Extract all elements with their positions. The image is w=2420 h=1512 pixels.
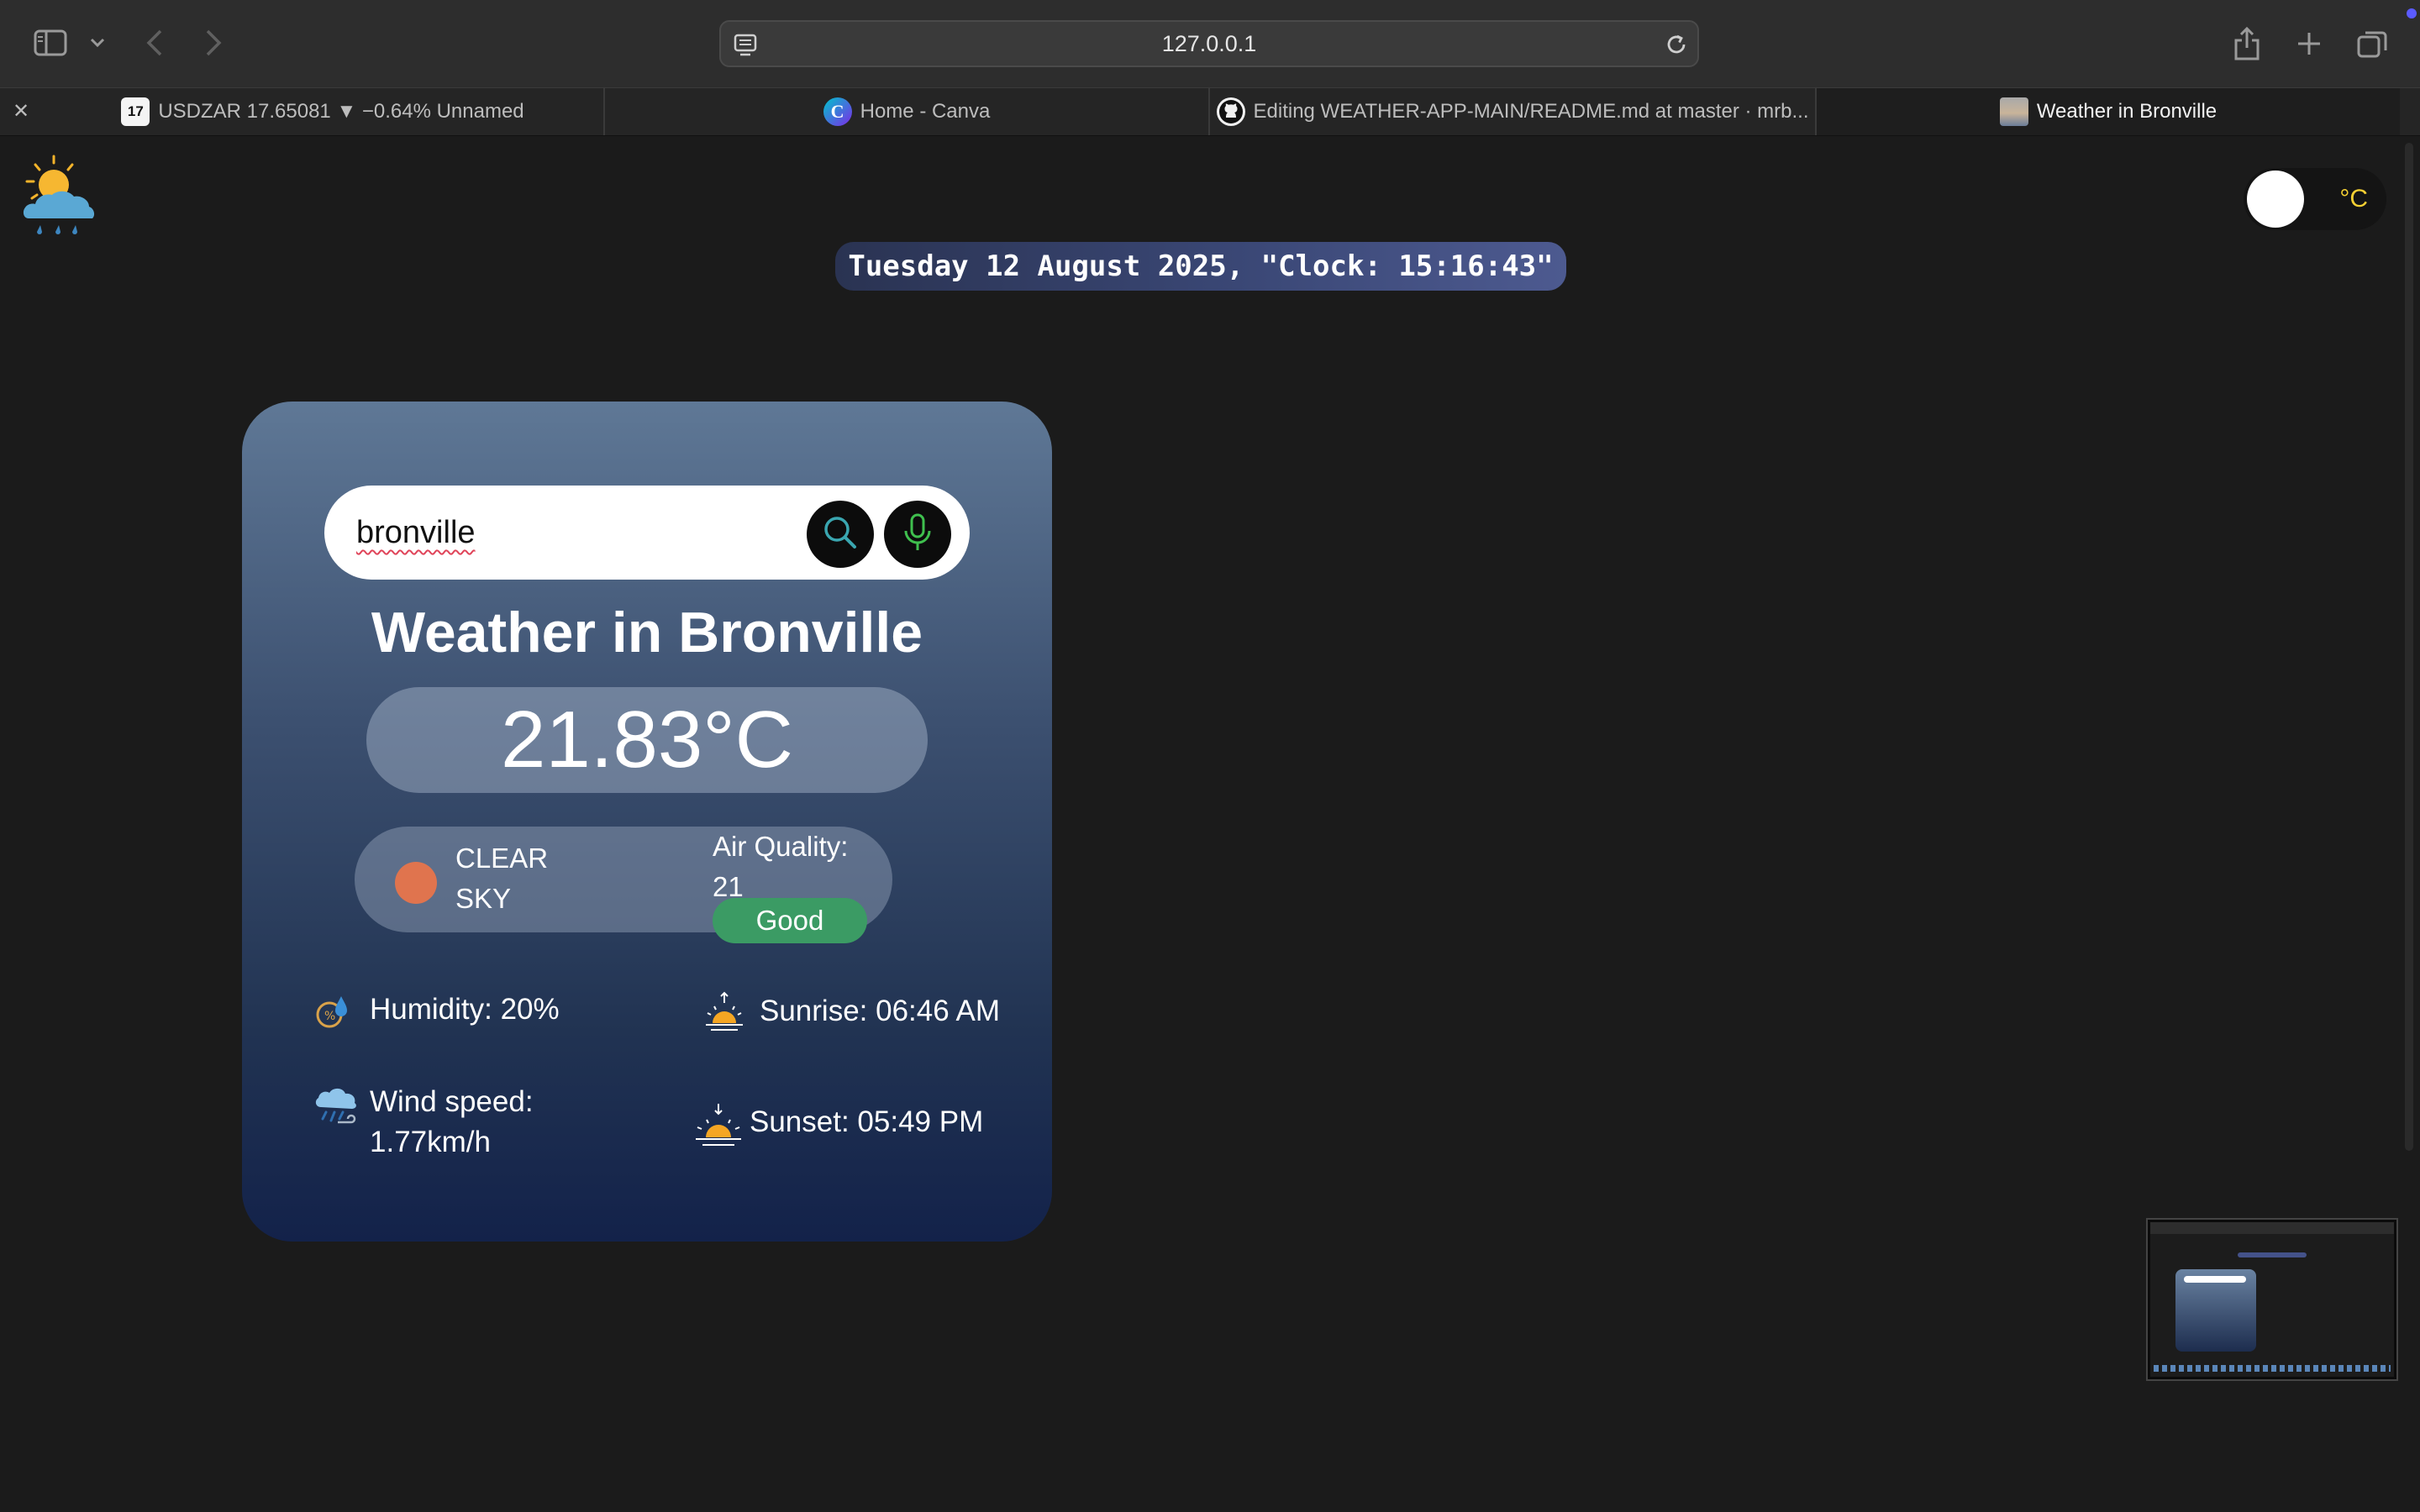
forward-arrow-icon[interactable] — [197, 25, 230, 60]
tab-github[interactable]: Editing WEATHER-APP-MAIN/README.md at ma… — [1210, 88, 1817, 135]
humidity-icon: % — [313, 990, 356, 1033]
thumbnail-toolbar — [2150, 1222, 2394, 1234]
tab-title: Home - Canva — [860, 100, 991, 123]
wind-value: 1.77km/h — [370, 1126, 491, 1158]
sunrise-stat: Sunrise: 06:46 AM — [702, 991, 1000, 1035]
sidebar-icon[interactable] — [30, 25, 71, 60]
wind-stat: Wind speed: 1.77km/h — [313, 1082, 534, 1163]
weather-card: bronville Weather in Bronville 21.83°C C… — [242, 402, 1052, 1242]
svg-text:%: % — [324, 1010, 335, 1023]
url-text[interactable]: 127.0.0.1 — [721, 22, 1697, 66]
condition-icon — [395, 862, 437, 904]
humidity-text: Humidity: 20% — [370, 993, 560, 1026]
scrollbar-thumb[interactable] — [2405, 143, 2413, 1151]
condition-text: CLEAR SKY — [455, 838, 573, 919]
notification-dot — [2407, 8, 2417, 18]
chevron-down-icon[interactable] — [86, 29, 109, 57]
voice-search-button[interactable] — [884, 501, 951, 568]
air-quality-badge: Good — [713, 898, 867, 943]
tab-overview-icon[interactable] — [2353, 25, 2391, 62]
date-clock: Tuesday 12 August 2025, "Clock: 15:16:43… — [835, 242, 1566, 291]
share-icon[interactable] — [2228, 24, 2265, 64]
tab-title: Weather in Bronville — [2036, 100, 2217, 123]
search-button[interactable] — [807, 501, 874, 568]
microphone-icon — [901, 512, 934, 556]
sun-cloud-rain-icon — [20, 153, 97, 240]
tradingview-icon: 17 — [121, 97, 150, 126]
back-arrow-icon[interactable] — [138, 25, 171, 60]
condition-line-2: SKY — [455, 883, 512, 914]
toggle-knob[interactable] — [2247, 171, 2304, 228]
tab-title: Editing WEATHER-APP-MAIN/README.md at ma… — [1253, 100, 1809, 123]
wind-cloud-icon — [313, 1082, 356, 1126]
search-input[interactable]: bronville — [356, 486, 476, 580]
sunrise-icon — [702, 991, 746, 1035]
humidity-stat: % Humidity: 20% — [313, 990, 560, 1033]
condition-line-1: CLEAR — [455, 843, 549, 874]
reload-icon[interactable] — [1664, 32, 1689, 57]
wind-text: Wind speed: 1.77km/h — [370, 1082, 534, 1163]
sunrise-text: Sunrise: 06:46 AM — [760, 995, 1000, 1027]
unit-toggle[interactable]: °C — [2244, 168, 2386, 230]
sunset-text: Sunset: 05:49 PM — [750, 1105, 984, 1138]
thumbnail-dock — [2154, 1365, 2391, 1372]
thumbnail-clock — [2238, 1252, 2307, 1257]
tab-usdzar[interactable]: 17 USDZAR 17.65081 ▼ −0.64% Unnamed — [42, 88, 605, 135]
air-quality: Air Quality: 21 — [713, 827, 897, 907]
browser-toolbar: 127.0.0.1 — [0, 0, 2420, 87]
city-title: Weather in Bronville — [371, 601, 923, 664]
sunset-stat: Sunset: 05:49 PM — [692, 1102, 983, 1146]
github-icon — [1216, 97, 1245, 126]
tab-weather[interactable]: Weather in Bronville — [1817, 88, 2400, 135]
search-icon — [821, 513, 860, 555]
tab-strip: ✕ 17 USDZAR 17.65081 ▼ −0.64% Unnamed C … — [0, 87, 2420, 136]
wind-label: Wind speed: — [370, 1085, 534, 1118]
screenshot-thumbnail[interactable] — [2148, 1220, 2396, 1379]
sunset-icon — [692, 1102, 741, 1146]
tab-canva[interactable]: C Home - Canva — [605, 88, 1210, 135]
close-icon[interactable]: ✕ — [8, 98, 34, 123]
temperature-readout: 21.83°C — [366, 687, 928, 793]
canva-icon: C — [823, 97, 852, 126]
search-bar[interactable]: bronville — [324, 486, 970, 580]
weather-thumbnail-icon — [1999, 97, 2028, 126]
air-quality-label: Air Quality: — [713, 831, 849, 862]
address-bar[interactable]: 127.0.0.1 — [719, 20, 1699, 67]
thumbnail-search — [2184, 1276, 2246, 1283]
tab-title: USDZAR 17.65081 ▼ −0.64% Unnamed — [158, 100, 524, 123]
unit-label: °C — [2339, 185, 2368, 213]
new-tab-icon[interactable] — [2291, 25, 2328, 62]
